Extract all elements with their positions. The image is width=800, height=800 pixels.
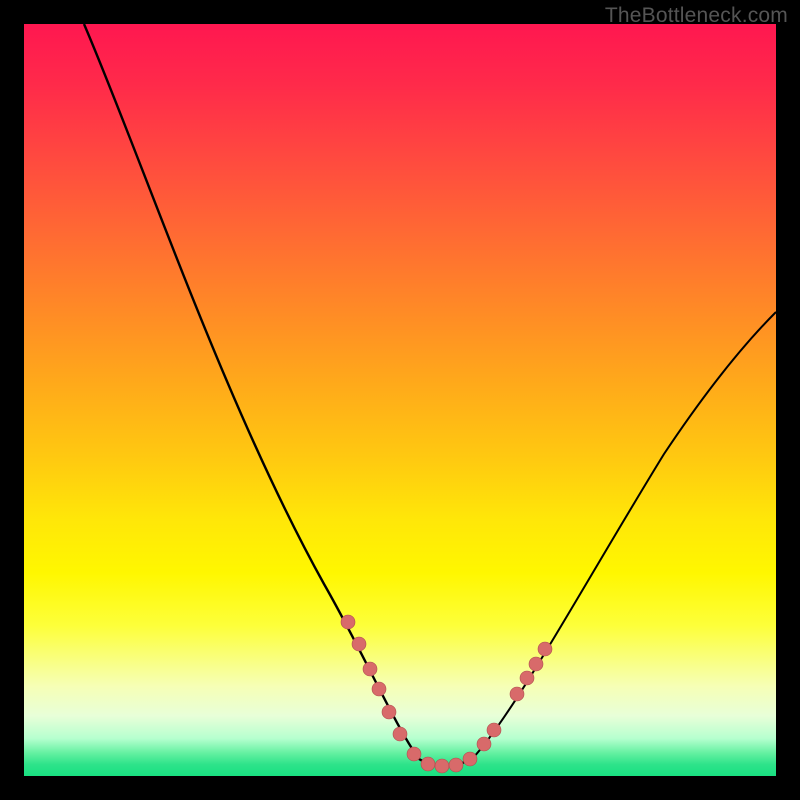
curve-layer — [24, 24, 776, 776]
marker-dot — [477, 737, 491, 751]
marker-dot — [538, 642, 552, 656]
marker-dot — [421, 757, 435, 771]
watermark-text: TheBottleneck.com — [605, 4, 788, 28]
marker-dot — [449, 758, 463, 772]
marker-dot — [407, 747, 421, 761]
marker-dot — [529, 657, 543, 671]
marker-dot — [341, 615, 355, 629]
marker-dot — [372, 682, 386, 696]
marker-dot — [510, 687, 524, 701]
marker-dot — [435, 759, 449, 773]
marker-dot — [487, 723, 501, 737]
marker-group — [341, 615, 552, 773]
marker-dot — [382, 705, 396, 719]
curve-left-arm — [84, 24, 419, 759]
marker-dot — [363, 662, 377, 676]
chart-frame: TheBottleneck.com — [0, 0, 800, 800]
marker-dot — [352, 637, 366, 651]
marker-dot — [393, 727, 407, 741]
plot-area — [24, 24, 776, 776]
marker-dot — [463, 752, 477, 766]
marker-dot — [520, 671, 534, 685]
